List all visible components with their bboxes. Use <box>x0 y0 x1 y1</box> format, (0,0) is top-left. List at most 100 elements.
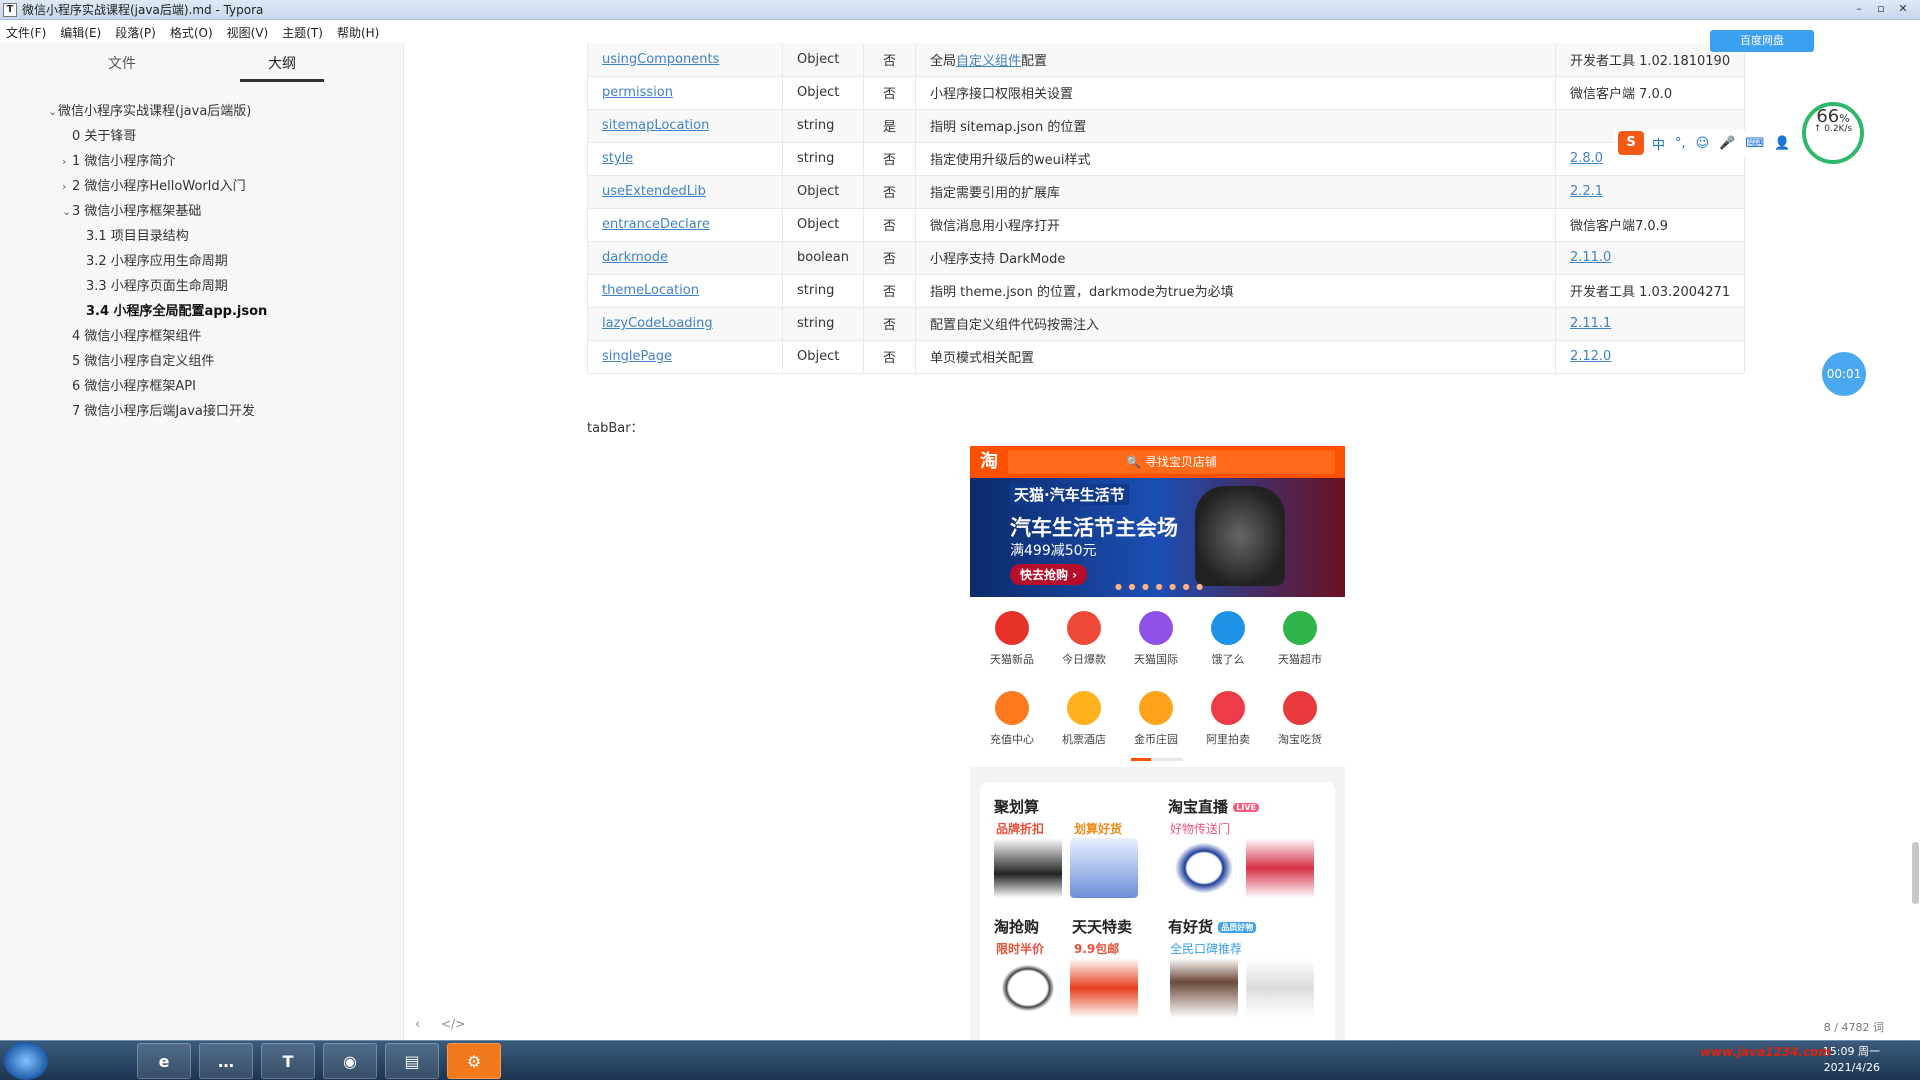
config-version[interactable]: 2.11.0 <box>1554 241 1746 275</box>
config-key-link[interactable]: themeLocation <box>587 274 783 308</box>
menu-paragraph[interactable]: 段落(P) <box>115 24 156 41</box>
outline-item[interactable]: ⌄3 微信小程序框架基础 <box>62 200 201 219</box>
chevron-down-icon[interactable]: ⌄ <box>62 205 72 218</box>
config-description: 小程序接口权限相关设置 <box>914 76 1556 110</box>
outline-label: 3.4 小程序全局配置app.json <box>86 304 268 319</box>
menu-theme[interactable]: 主题(T) <box>282 24 323 41</box>
network-speed-widget[interactable]: 66% ↑ 0.2K/s <box>1802 102 1864 164</box>
menu-view[interactable]: 视图(V) <box>227 24 269 41</box>
taskbar-app-recorder[interactable]: ⚙ <box>447 1043 501 1079</box>
tissue-image <box>1070 838 1138 898</box>
outline-item[interactable]: 6 微信小程序框架API <box>62 375 196 394</box>
config-type: Object <box>782 208 864 242</box>
config-description: 配置自定义组件代码按需注入 <box>914 307 1556 341</box>
config-version: 开发者工具 1.03.2004271 <box>1554 274 1746 308</box>
table-row: lazyCodeLoading string 否配置自定义组件代码按需注入 2.11.… <box>587 307 1746 341</box>
taskbar-app-chat[interactable]: … <box>199 1043 253 1079</box>
table-row: entranceDeclare Object 否微信消息用小程序打开 微信客户端7.0… <box>587 208 1746 242</box>
menu-format[interactable]: 格式(O) <box>170 24 213 41</box>
bag-image <box>1246 838 1314 898</box>
minimize-button[interactable]: – <box>1848 1 1870 17</box>
category-icon-item: 天猫新品 <box>982 611 1042 667</box>
config-required: 否 <box>862 307 916 341</box>
word-count[interactable]: 8 / 4782 词 <box>1824 1019 1884 1035</box>
config-type: string <box>782 274 864 308</box>
tab-files[interactable]: 文件 <box>108 53 136 73</box>
config-version[interactable]: 2.12.0 <box>1554 340 1746 374</box>
editor-content[interactable]: usingComponents Object 否全局自定义组件配置 开发者工具 1.0… <box>405 43 1920 1040</box>
tab-outline[interactable]: 大纲 <box>268 53 296 73</box>
category-icon <box>1283 691 1317 725</box>
outline-label: 7 微信小程序后端Java接口开发 <box>72 404 255 419</box>
config-required: 否 <box>862 76 916 110</box>
config-version[interactable]: 2.2.1 <box>1554 175 1746 209</box>
outline-item[interactable]: 3.2 小程序应用生命周期 <box>76 250 228 269</box>
config-key-link[interactable]: permission <box>587 76 783 110</box>
menu-edit[interactable]: 编辑(E) <box>60 24 101 41</box>
banner-tag: 天猫·汽车生活节 <box>1010 484 1129 505</box>
chevron-right-icon[interactable]: › <box>62 180 72 193</box>
ime-user-icon[interactable]: 👤 <box>1774 136 1790 151</box>
ime-keyboard-icon[interactable]: ⌨ <box>1745 136 1764 151</box>
category-icon-grid: 天猫新品 今日爆款 天猫国际 饿了么 天猫超市 充值中心 机票酒店 金币庄园 阿里拍卖 淘宝吃货 <box>970 597 1345 767</box>
boots-image <box>1246 958 1314 1018</box>
category-label: 机票酒店 <box>1062 733 1106 746</box>
sogou-logo-icon[interactable]: S <box>1618 131 1644 155</box>
outline-item[interactable]: ⌄微信小程序实战课程(java后端版) <box>48 100 251 119</box>
config-key-link[interactable]: sitemapLocation <box>587 109 783 143</box>
config-key-link[interactable]: darkmode <box>587 241 783 275</box>
config-description: 全局自定义组件配置 <box>914 43 1556 77</box>
menu-help[interactable]: 帮助(H) <box>337 24 379 41</box>
outline-item-active[interactable]: 3.4 小程序全局配置app.json <box>76 300 267 319</box>
ime-emoji-icon[interactable]: ☺ <box>1696 136 1710 151</box>
outline-item[interactable]: › 1 微信小程序简介 <box>62 150 175 169</box>
config-key-link[interactable]: singlePage <box>587 340 783 374</box>
recording-timer[interactable]: 00:01 <box>1822 352 1866 396</box>
config-key-link[interactable]: useExtendedLib <box>587 175 783 209</box>
source-mode-button[interactable]: </> <box>441 1017 465 1031</box>
category-icon <box>995 611 1029 645</box>
start-button[interactable] <box>4 1042 48 1080</box>
outline-label: 3 微信小程序框架基础 <box>72 204 202 219</box>
config-type: Object <box>782 340 864 374</box>
taskbar-app-browser[interactable]: e <box>137 1043 191 1079</box>
outline-item[interactable]: 5 微信小程序自定义组件 <box>62 350 214 369</box>
chevron-right-icon[interactable]: › <box>62 155 72 168</box>
ime-chinese-toggle[interactable]: 中 <box>1652 134 1665 153</box>
taskbar-app-chrome[interactable]: ◉ <box>323 1043 377 1079</box>
outline-item[interactable]: 4 微信小程序框架组件 <box>62 325 201 344</box>
outline-label: 6 微信小程序框架API <box>72 379 196 394</box>
category-icon <box>1067 611 1101 645</box>
paragraph-tabbar[interactable]: tabBar： <box>587 417 644 436</box>
taskbar-app-explorer[interactable]: ▤ <box>385 1043 439 1079</box>
config-version: 微信客户端 7.0.0 <box>1554 76 1746 110</box>
outline-label: 微信小程序实战课程(java后端版) <box>58 104 252 119</box>
close-button[interactable]: ✕ <box>1892 1 1914 17</box>
grid-scroll-indicator <box>1131 758 1183 761</box>
maximize-button[interactable]: ▫ <box>1870 1 1892 17</box>
desc-link[interactable]: 自定义组件 <box>956 54 1021 69</box>
taobao-screenshot: 淘 🔍 寻找宝贝店铺 天猫·汽车生活节 汽车生活节主会场 满499减50元 快去… <box>970 446 1345 1040</box>
watermark-text: www.java1234.com <box>1700 1045 1831 1059</box>
menu-file[interactable]: 文件(F) <box>6 24 46 41</box>
cloud-drive-button[interactable]: 百度网盘 <box>1710 30 1814 52</box>
youhaohuo-badge: 品质好物 <box>1218 922 1257 933</box>
promo-cards: 聚划算 品牌折扣 划算好货 淘宝直播 LIVE 好物传送门 淘抢购 天天特卖 限… <box>980 782 1335 1040</box>
outline-item[interactable]: › 2 微信小程序HelloWorld入门 <box>62 175 246 194</box>
toggle-sidebar-button[interactable]: ‹ <box>415 1017 420 1032</box>
outline-item[interactable]: 0 关于锋哥 <box>62 125 136 144</box>
config-version[interactable]: 2.11.1 <box>1554 307 1746 341</box>
outline-item[interactable]: 3.3 小程序页面生命周期 <box>76 275 228 294</box>
config-key-link[interactable]: entranceDeclare <box>587 208 783 242</box>
outline-item[interactable]: 3.1 项目目录结构 <box>76 225 189 244</box>
ime-voice-icon[interactable]: 🎤 <box>1719 136 1735 151</box>
outline-item[interactable]: 7 微信小程序后端Java接口开发 <box>62 400 255 419</box>
taskbar-app-typora[interactable]: T <box>261 1043 315 1079</box>
config-key-link[interactable]: usingComponents <box>587 43 783 77</box>
config-key-link[interactable]: style <box>587 142 783 176</box>
desc-text: 指定使用升级后的weui样式 <box>929 153 1091 168</box>
config-key-link[interactable]: lazyCodeLoading <box>587 307 783 341</box>
config-required: 否 <box>862 340 916 374</box>
vertical-scrollbar[interactable] <box>1912 842 1919 904</box>
ime-punctuation-icon[interactable]: °, <box>1675 136 1686 151</box>
